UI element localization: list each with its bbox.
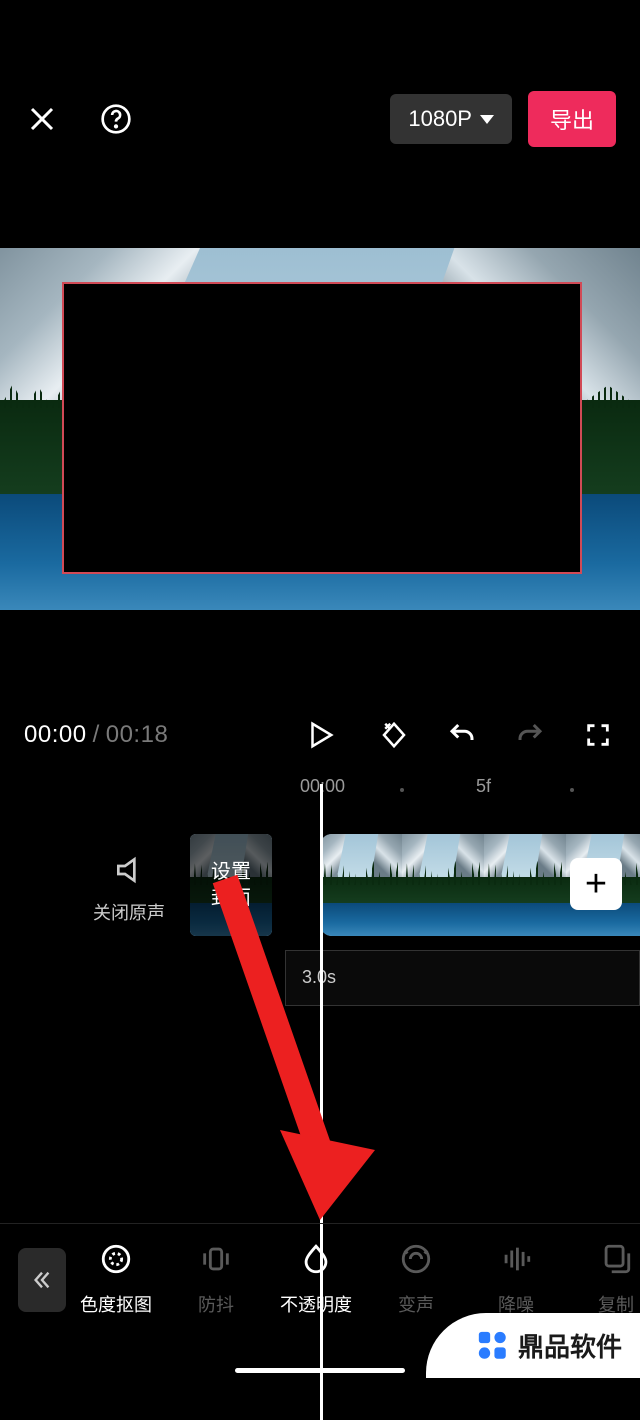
undo-icon	[447, 720, 477, 750]
close-button[interactable]	[24, 101, 60, 137]
tool-chroma-icon	[99, 1242, 133, 1281]
tool-voicefx[interactable]: 变声	[366, 1242, 466, 1317]
tool-denoise-icon	[499, 1242, 533, 1281]
tool-voicefx-icon	[399, 1242, 433, 1281]
watermark-icon	[476, 1329, 510, 1363]
mute-toggle[interactable]: 关闭原声	[84, 854, 174, 925]
export-label: 导出	[550, 108, 594, 133]
help-button[interactable]	[98, 101, 134, 137]
tool-stabilize-icon	[199, 1242, 233, 1281]
export-button[interactable]: 导出	[528, 91, 616, 147]
fullscreen-button[interactable]	[580, 717, 616, 753]
audio-clip[interactable]: 3.0s	[285, 950, 640, 1006]
tool-voicefx-label: 变声	[398, 1291, 434, 1317]
time-current: 00:00	[24, 721, 87, 748]
transport-right	[376, 717, 616, 753]
cover-label: 设置 封面	[211, 859, 251, 911]
watermark: 鼎品软件	[426, 1313, 640, 1378]
mute-label: 关闭原声	[84, 899, 174, 925]
audio-duration-label: 3.0s	[286, 951, 639, 988]
play-button[interactable]	[302, 717, 338, 753]
tool-denoise[interactable]: 降噪	[466, 1242, 566, 1317]
chevron-down-icon	[480, 115, 494, 124]
tool-list: 色度抠图 防抖 不透明度 变声 降噪复制	[66, 1242, 640, 1317]
keyframe-button[interactable]	[376, 717, 412, 753]
plus-icon: +	[585, 863, 607, 906]
play-icon	[305, 718, 335, 752]
collapse-button[interactable]	[18, 1248, 66, 1312]
topbar-right: 1080P 导出	[390, 91, 616, 147]
topbar-left	[24, 101, 134, 137]
redo-button[interactable]	[512, 717, 548, 753]
tool-stabilize-label: 防抖	[198, 1291, 234, 1317]
resolution-label: 1080P	[408, 106, 472, 132]
tool-opacity[interactable]: 不透明度	[266, 1242, 366, 1317]
help-icon	[100, 103, 132, 135]
tool-copy-icon	[599, 1242, 633, 1281]
ruler-mark-5f: 5f	[476, 776, 491, 797]
redo-icon	[515, 720, 545, 750]
time-display: 00:00/00:18	[24, 721, 168, 749]
transport-bar: 00:00/00:18	[0, 710, 640, 760]
tool-opacity-label: 不透明度	[280, 1291, 352, 1317]
chevron-double-left-icon	[31, 1269, 53, 1291]
tool-copy[interactable]: 复制	[566, 1242, 640, 1317]
watermark-text: 鼎品软件	[518, 1327, 622, 1364]
overlay-selection[interactable]	[62, 282, 582, 574]
tool-chroma-label: 色度抠图	[80, 1291, 152, 1317]
tool-stabilize[interactable]: 防抖	[166, 1242, 266, 1317]
speaker-icon	[113, 854, 145, 886]
tool-chroma[interactable]: 色度抠图	[66, 1242, 166, 1317]
resolution-button[interactable]: 1080P	[390, 94, 512, 144]
timeline[interactable]: 关闭原声 设置 封面 + 3.0s	[0, 820, 640, 1200]
time-duration: 00:18	[106, 721, 169, 748]
add-clip-button[interactable]: +	[570, 858, 622, 910]
undo-button[interactable]	[444, 717, 480, 753]
home-indicator	[235, 1368, 405, 1373]
top-bar: 1080P 导出	[0, 92, 640, 146]
tool-opacity-icon	[299, 1242, 333, 1281]
set-cover-button[interactable]: 设置 封面	[190, 834, 272, 936]
expand-icon	[584, 721, 612, 749]
close-icon	[27, 104, 57, 134]
keyframe-icon	[379, 720, 409, 750]
preview-area[interactable]	[0, 248, 640, 610]
